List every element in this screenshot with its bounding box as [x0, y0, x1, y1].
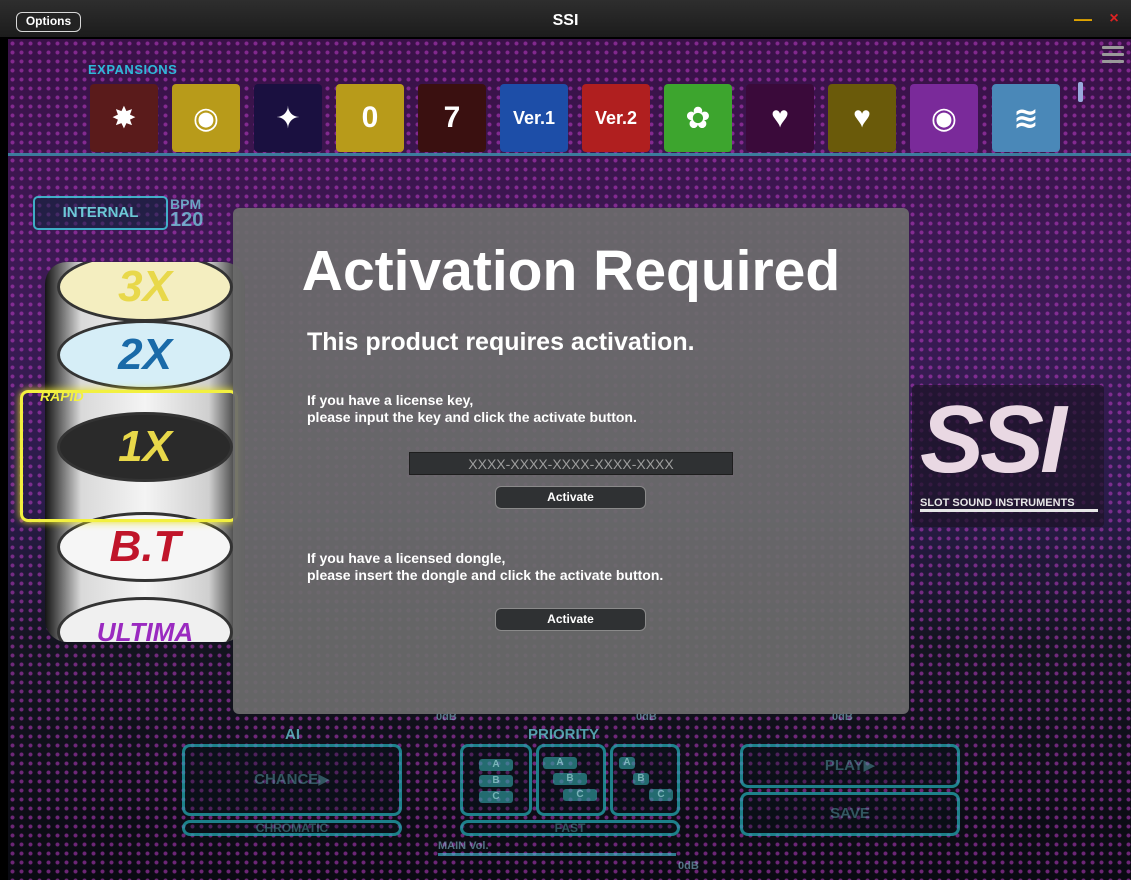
priority-button-c: C: [563, 789, 597, 801]
vortex-icon[interactable]: ◉: [910, 84, 978, 152]
heart-magenta-icon[interactable]: ♥: [746, 84, 814, 152]
seven-icon[interactable]: 7: [418, 84, 486, 152]
activate-dongle-button[interactable]: Activate: [495, 608, 646, 631]
ver1-icon[interactable]: Ver.1: [500, 84, 568, 152]
rapid-frame: [20, 390, 238, 522]
reel-symbol-ultima: ULTIMA: [57, 597, 233, 642]
flower-icon[interactable]: ✿: [664, 84, 732, 152]
priority-button-a: A: [479, 759, 513, 771]
priority-button-a: A: [619, 757, 635, 769]
license-key-instructions: If you have a license key, please input …: [307, 392, 637, 426]
logo-subtitle: SLOT SOUND INSTRUMENTS: [920, 497, 1098, 512]
priority-button-b: B: [479, 775, 513, 787]
speaker-icon[interactable]: ◉: [172, 84, 240, 152]
dongle-text-line2: please insert the dongle and click the a…: [307, 567, 664, 583]
expansions-label: EXPANSIONS: [88, 62, 178, 77]
priority-option-stacked[interactable]: A B C: [460, 744, 532, 816]
hamburger-menu-icon[interactable]: [1102, 46, 1124, 64]
priority-option-diagonal[interactable]: A B C: [536, 744, 606, 816]
priority-button-b: B: [633, 773, 649, 785]
license-key-input[interactable]: [409, 452, 733, 475]
activate-key-button[interactable]: Activate: [495, 486, 646, 509]
license-text-line1: If you have a license key,: [307, 392, 474, 408]
star-icon[interactable]: ✦: [254, 84, 322, 152]
dongle-instructions: If you have a licensed dongle, please in…: [307, 550, 663, 584]
heart-yellow-icon[interactable]: ♥: [828, 84, 896, 152]
ssi-logo: SSI SLOT SOUND INSTRUMENTS: [912, 385, 1104, 527]
burst-icon[interactable]: ✸: [90, 84, 158, 152]
priority-label: PRIORITY: [528, 726, 599, 743]
priority-button-a: A: [543, 757, 577, 769]
dialog-title: Activation Required: [301, 239, 841, 303]
priority-button-b: B: [553, 773, 587, 785]
reel-symbol-2x: 2X: [57, 320, 233, 390]
zero-icon[interactable]: 0: [336, 84, 404, 152]
close-icon[interactable]: ×: [1106, 10, 1122, 28]
chromatic-button[interactable]: CHROMATIC: [182, 820, 402, 836]
chance-button[interactable]: CHANCE▶: [182, 744, 402, 816]
title-bar: Options SSI — ×: [0, 0, 1131, 38]
priority-button-c: C: [479, 791, 513, 803]
main-vol-slider[interactable]: [438, 853, 676, 856]
ai-label: AI: [285, 726, 300, 743]
reel-symbol-3x: 3X: [57, 262, 233, 322]
expansion-scroll-indicator[interactable]: [1078, 82, 1083, 102]
bpm-display: BPM 120: [170, 196, 204, 231]
db-readout: 0dB: [678, 860, 699, 872]
bpm-value: 120: [170, 209, 204, 231]
priority-option-steps[interactable]: A B C: [610, 744, 680, 816]
wave-icon[interactable]: ≋: [992, 84, 1060, 152]
save-button[interactable]: SAVE: [740, 792, 960, 836]
logo-letters: SSI: [920, 386, 1067, 493]
window-title: SSI: [552, 12, 579, 29]
priority-button-c: C: [649, 789, 673, 801]
rapid-label: RAPID: [40, 388, 84, 404]
ver2-icon[interactable]: Ver.2: [582, 84, 650, 152]
activation-dialog: Activation Required This product require…: [233, 208, 909, 714]
license-text-line2: please input the key and click the activ…: [307, 409, 637, 425]
fast-button[interactable]: FAST: [460, 820, 680, 836]
dialog-subtitle: This product requires activation.: [307, 328, 695, 356]
minimize-icon[interactable]: —: [1074, 10, 1092, 28]
dongle-text-line1: If you have a licensed dongle,: [307, 550, 506, 566]
play-button[interactable]: PLAY▶: [740, 744, 960, 788]
sync-mode-button[interactable]: INTERNAL: [33, 196, 168, 230]
reel-symbol-bt: B.T: [57, 512, 233, 582]
main-vol-label: MAIN Vol.: [438, 840, 489, 852]
expansion-icon-row: ✸ ◉ ✦ 0 7 Ver.1 Ver.2 ✿ ♥ ♥ ◉ ≋: [90, 84, 1070, 154]
